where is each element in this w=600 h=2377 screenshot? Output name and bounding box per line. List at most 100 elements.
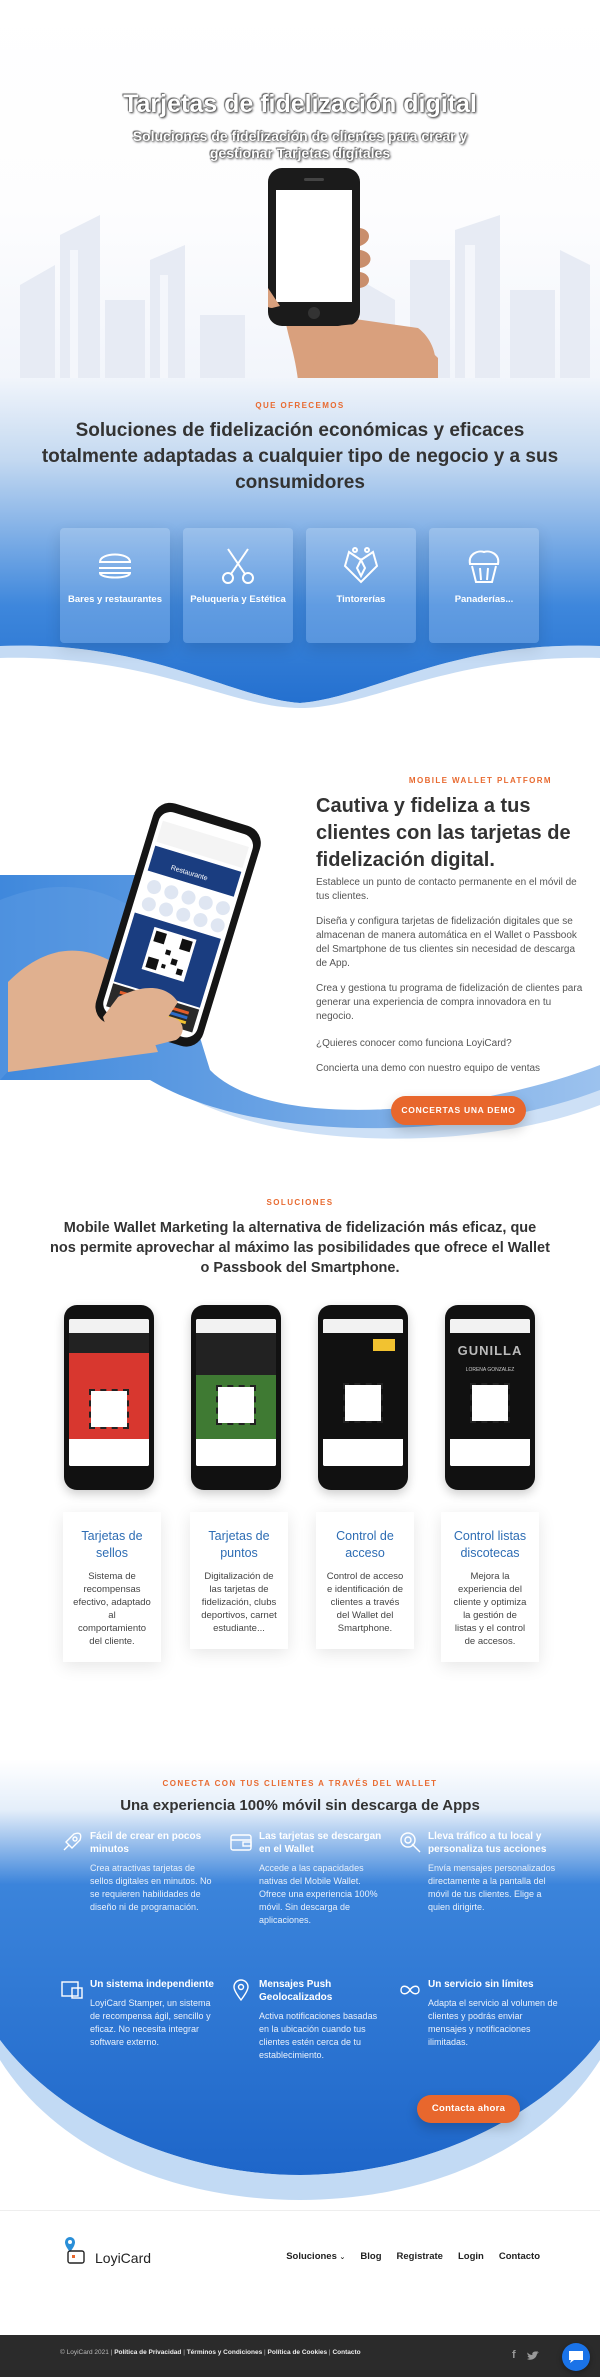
burger-icon: [98, 553, 132, 579]
feature-title: Lleva tráfico a tu local y personaliza t…: [428, 1831, 547, 1855]
solutions-title: Mobile Wallet Marketing la alternativa d…: [50, 1220, 550, 1276]
location-icon: [233, 1979, 249, 2002]
chevron-down-icon: ⌄: [339, 2254, 346, 2261]
phone-brand-label: GUNILLA: [457, 1343, 523, 1358]
stamper-icon: [61, 1981, 83, 1999]
contact-now-button[interactable]: Contacta ahora: [417, 2095, 520, 2123]
hero-section: Tarjetas de fidelización digital Solucio…: [0, 0, 600, 380]
stamp-card-phone: [64, 1305, 154, 1490]
solution-card-text: Control de acceso e identificación de cl…: [326, 1571, 404, 1634]
wallet-paragraph: ¿Quieres conocer como funciona LoyiCard?: [316, 1038, 512, 1049]
card-bares[interactable]: Bares y restaurantes: [60, 528, 170, 643]
feature-item: Las tarjetas se descargan en el Wallet A…: [229, 1830, 389, 1927]
feature-text: Adapta el servicio al volumen de cliente…: [428, 1998, 558, 2047]
terms-link[interactable]: Términos y Condiciones: [187, 2349, 263, 2356]
hand-holding-wallet-phone-illustration: [8, 802, 261, 1072]
nav-item-blog[interactable]: Blog: [360, 2251, 381, 2262]
twitter-icon[interactable]: [527, 2351, 539, 2361]
feature-text: Accede a las capacidades nativas del Mob…: [259, 1863, 378, 1925]
privacy-link[interactable]: Política de Privacidad: [114, 2349, 181, 2356]
wallet-paragraph: Concierta una demo con nuestro equipo de…: [316, 1063, 541, 1074]
scissors-icon: [222, 548, 254, 584]
copyright-label: © LoyiCard 2021 |: [60, 2349, 113, 2356]
wallet-section: Restaurante MOBILE WALLET PLATFORM Cauti…: [0, 760, 600, 1160]
card-label: Panaderías...: [454, 594, 514, 605]
solution-card-title: Tarjetas de puntos: [208, 1529, 270, 1560]
phone-name-label: LORENA GONZALEZ: [465, 1367, 515, 1373]
card-peluqueria[interactable]: Peluquería y Estética: [183, 528, 293, 643]
feature-text: Crea atractivas tarjetas de sellos digit…: [90, 1863, 212, 1912]
solution-card[interactable]: Control de acceso Control de acceso e id…: [316, 1512, 414, 1649]
feature-text: Activa notificaciones basadas en la ubic…: [259, 2011, 378, 2060]
chat-button[interactable]: [562, 2343, 590, 2371]
hand-holding-phone-illustration: [268, 168, 438, 380]
wallet-title: Cautiva y fideliza a tus clientes con la…: [316, 795, 571, 871]
nav-item-login[interactable]: Login: [458, 2251, 484, 2262]
solution-card-text: Sistema de recompensas efectivo, adaptad…: [73, 1571, 151, 1647]
feature-text: Envía mensajes personalizados directamen…: [428, 1863, 556, 1912]
nav-item-soluciones[interactable]: Soluciones ⌄: [286, 2251, 345, 2262]
hero-title: Tarjetas de fidelización digital: [123, 90, 477, 118]
wallet-eyebrow: MOBILE WALLET PLATFORM: [408, 776, 552, 785]
card-tintorerias[interactable]: Tintorerías: [306, 528, 416, 643]
wallet-paragraph: Establece un punto de contacto permanent…: [316, 877, 577, 902]
wallet-icon: [230, 1834, 252, 1851]
access-control-phone: [318, 1305, 408, 1490]
feature-title: Un sistema independiente: [90, 1979, 214, 1990]
feature-title: Las tarjetas se descargan en el Wallet: [259, 1831, 382, 1855]
loyicard-logo-icon: [65, 2237, 85, 2264]
offer-section: QUE OFRECEMOS Soluciones de fidelización…: [0, 378, 600, 708]
solution-card[interactable]: Tarjetas de sellos Sistema de recompensa…: [63, 1512, 161, 1662]
card-panaderias[interactable]: Panaderías...: [429, 528, 539, 643]
feature-item: Fácil de crear en pocos minutos Crea atr…: [60, 1830, 220, 1914]
schedule-demo-button[interactable]: CONCERTAS UNA DEMO: [391, 1096, 526, 1125]
logo-text: LoyiCard: [95, 2250, 152, 2266]
solution-card-title: Tarjetas de sellos: [81, 1529, 143, 1560]
feature-item: Mensajes Push Geolocalizados Activa noti…: [229, 1978, 389, 2062]
wallet-paragraph: Crea y gestiona tu programa de fidelizac…: [316, 983, 583, 1022]
solution-card[interactable]: Control listas discotecas Mejora la expe…: [441, 1512, 539, 1662]
club-list-phone: GUNILLA LORENA GONZALEZ: [445, 1305, 535, 1490]
feature-title: Mensajes Push Geolocalizados: [259, 1979, 333, 2003]
cookies-link[interactable]: Política de Cookies: [268, 2349, 328, 2356]
features-title: Una experiencia 100% móvil sin descarga …: [120, 1797, 480, 1814]
page: Tarjetas de fidelización digital Solucio…: [0, 0, 600, 2377]
target-icon: [400, 1832, 421, 1853]
solution-card[interactable]: Tarjetas de puntos Digitalización de las…: [190, 1512, 288, 1649]
solution-card-text: Digitalización de las tarjetas de fideli…: [201, 1571, 277, 1634]
copyright-bar: © LoyiCard 2021 | Política de Privacidad…: [0, 2335, 600, 2377]
features-section: CONECTA CON TUS CLIENTES A TRAVÉS DEL WA…: [0, 1760, 600, 2210]
hero-subtitle: Soluciones de fidelización de clientes p…: [132, 128, 468, 161]
copyright-text: © LoyiCard 2021 | Política de Privacidad…: [60, 2349, 361, 2356]
footer-nav-bar: LoyiCard Soluciones ⌄ Blog Registrate Lo…: [0, 2210, 600, 2280]
nav-item-registrate[interactable]: Registrate: [397, 2251, 443, 2262]
points-card-phone: [191, 1305, 281, 1490]
solutions-eyebrow: SOLUCIONES: [266, 1198, 334, 1207]
card-label: Bares y restaurantes: [68, 594, 162, 605]
card-label: Tintorerías: [336, 594, 386, 605]
offer-title: Soluciones de fidelización económicas y …: [41, 420, 559, 493]
facebook-icon[interactable]: f: [512, 2349, 516, 2361]
cupcake-icon: [468, 550, 500, 583]
feature-title: Fácil de crear en pocos minutos: [90, 1831, 202, 1855]
feature-text: LoyiCard Stamper, un sistema de recompen…: [90, 1998, 211, 2047]
infinity-icon: [400, 1985, 420, 1995]
rocket-icon: [63, 1832, 82, 1851]
feature-item: Un sistema independiente LoyiCard Stampe…: [60, 1978, 220, 2049]
offer-eyebrow: QUE OFRECEMOS: [255, 401, 345, 410]
nav-item-contacto[interactable]: Contacto: [499, 2251, 540, 2262]
features-eyebrow: CONECTA CON TUS CLIENTES A TRAVÉS DEL WA…: [162, 1779, 438, 1788]
suit-icon: [343, 547, 379, 584]
solution-card-title: Control listas discotecas: [453, 1529, 527, 1560]
solution-card-title: Control de acceso: [336, 1529, 394, 1560]
main-nav: Soluciones ⌄ Blog Registrate Login Conta…: [286, 2251, 540, 2262]
feature-title: Un servicio sin límites: [428, 1979, 534, 1990]
feature-item: Un servicio sin límites Adapta el servic…: [398, 1978, 558, 2049]
feature-item: Lleva tráfico a tu local y personaliza t…: [398, 1830, 558, 1914]
contact-link[interactable]: Contacto: [332, 2349, 360, 2356]
nav-label: Soluciones: [286, 2251, 337, 2262]
wallet-paragraph: Diseña y configura tarjetas de fidelizac…: [316, 916, 577, 969]
solution-card-text: Mejora la experiencia del cliente y opti…: [453, 1571, 527, 1647]
card-label: Peluquería y Estética: [190, 594, 286, 605]
chat-icon: [569, 2351, 583, 2363]
